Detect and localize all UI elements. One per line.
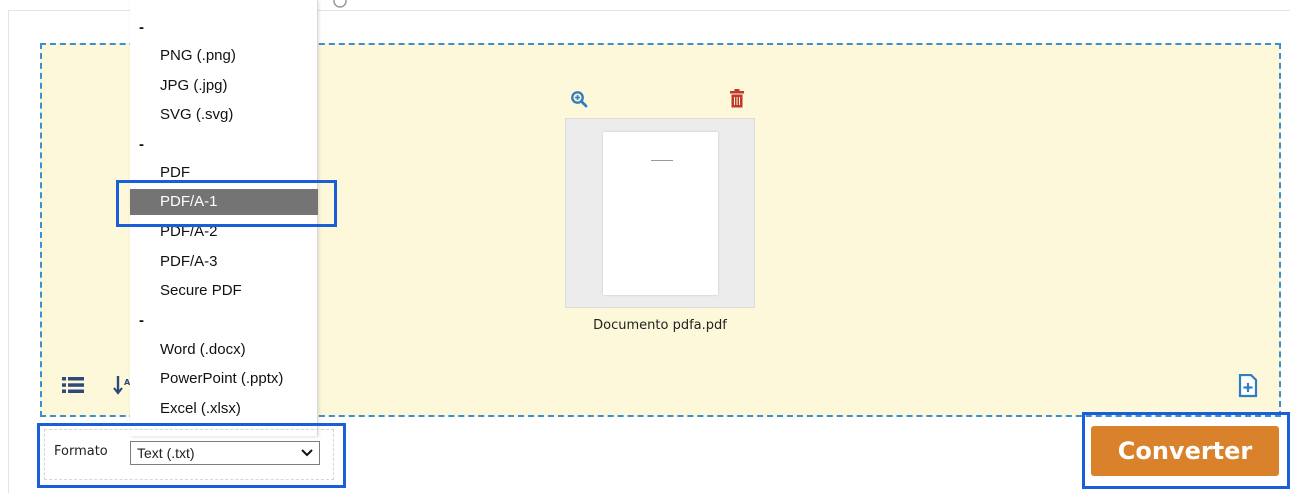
dropdown-separator: -: [139, 19, 144, 36]
file-thumbnail[interactable]: [565, 118, 755, 308]
add-file-icon[interactable]: [1237, 374, 1259, 398]
chevron-down-icon: [301, 449, 313, 457]
file-name: Documento pdfa.pdf: [593, 318, 727, 333]
zoom-in-icon[interactable]: [570, 90, 588, 108]
option-svg[interactable]: SVG (.svg): [130, 102, 318, 128]
format-select-value: Text (.txt): [137, 445, 195, 461]
trash-icon[interactable]: [729, 89, 745, 108]
convert-button[interactable]: Converter: [1091, 426, 1279, 476]
highlight-selected-option: [116, 180, 337, 227]
option-excel[interactable]: Excel (.xlsx): [130, 396, 318, 422]
format-select[interactable]: Text (.txt): [130, 441, 320, 465]
option-pdfa-3[interactable]: PDF/A-3: [130, 249, 318, 275]
list-view-icon[interactable]: [62, 376, 84, 394]
page-preview: [603, 132, 718, 295]
option-png[interactable]: PNG (.png): [130, 43, 318, 69]
info-icon: [333, 0, 347, 8]
left-divider: [8, 10, 9, 493]
option-word[interactable]: Word (.docx): [130, 337, 318, 363]
dropdown-separator: -: [139, 136, 144, 153]
dropdown-separator: -: [139, 312, 144, 329]
option-powerpoint[interactable]: PowerPoint (.pptx): [130, 366, 318, 392]
option-jpg[interactable]: JPG (.jpg): [130, 73, 318, 99]
option-secure-pdf[interactable]: Secure PDF: [130, 278, 318, 304]
format-label: Formato: [54, 444, 108, 459]
sort-icon[interactable]: A: [113, 375, 131, 395]
page-preview-line: [651, 160, 673, 161]
